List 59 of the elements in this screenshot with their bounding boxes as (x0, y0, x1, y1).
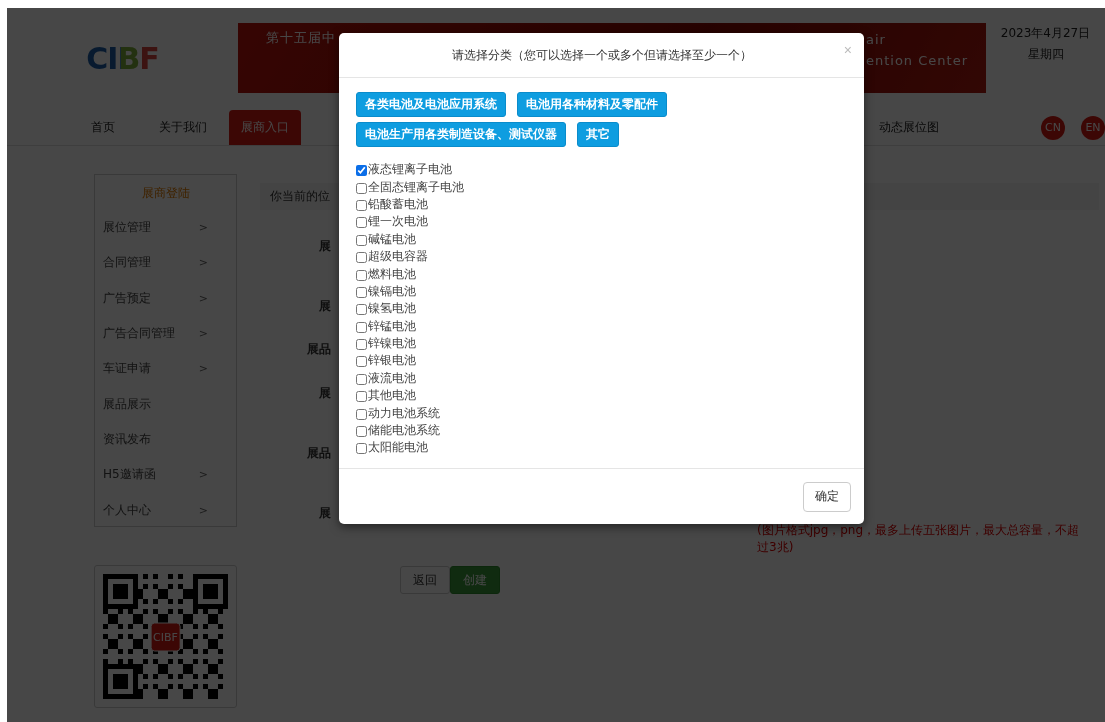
chevron-icon: > (198, 327, 208, 341)
close-button[interactable]: × (843, 42, 852, 58)
dialog-title: 请选择分类（您可以选择一个或多个但请选择至少一个） (451, 46, 752, 64)
checkbox[interactable] (356, 252, 367, 264)
checkbox[interactable] (356, 356, 367, 368)
form-label: 展 (319, 298, 331, 315)
checkbox[interactable] (356, 426, 367, 438)
checkbox-label[interactable]: 动力电池系统 (368, 404, 440, 422)
checkbox-label[interactable]: 锌镍电池 (368, 335, 416, 353)
checkbox-label[interactable]: 超级电容器 (368, 248, 428, 266)
chevron-icon: > (198, 256, 208, 270)
checkbox[interactable] (356, 443, 367, 455)
chevron-icon: > (198, 221, 208, 235)
checkbox[interactable] (356, 408, 367, 420)
checkbox[interactable] (356, 286, 367, 298)
checkbox[interactable] (356, 182, 367, 194)
form-label: 展 (319, 505, 331, 522)
chevron-icon: > (198, 503, 208, 517)
checkbox[interactable] (356, 199, 367, 211)
form-label: 展品 (307, 445, 331, 462)
chevron-icon: > (198, 468, 208, 482)
checkbox[interactable] (356, 269, 367, 281)
checkbox[interactable] (356, 391, 367, 403)
checkbox-label[interactable]: 太阳能电池 (368, 439, 428, 457)
checkbox-label[interactable]: 其他电池 (368, 387, 416, 405)
checkbox-label[interactable]: 液流电池 (368, 369, 416, 387)
checkbox-label[interactable]: 碱锰电池 (368, 230, 416, 248)
checkbox[interactable] (356, 373, 367, 385)
date: 2023年4月27日 (1000, 25, 1091, 42)
checkbox-label[interactable]: 锌银电池 (368, 352, 416, 370)
chevron-icon: > (198, 362, 208, 376)
checkbox-label[interactable]: 镍镉电池 (368, 282, 416, 300)
category-button[interactable]: 各类电池及电池应用系统 (356, 92, 506, 117)
checkbox[interactable] (356, 217, 367, 229)
checkbox[interactable] (356, 339, 367, 351)
banner-title: 第十五届中 (266, 29, 336, 47)
checkbox[interactable] (356, 234, 367, 246)
confirm-button[interactable]: 确定 (803, 481, 851, 512)
checkbox-label[interactable]: 锌锰电池 (368, 317, 416, 335)
form-label: 展品 (307, 341, 331, 358)
form-label: 展 (319, 385, 331, 402)
checkbox-label[interactable]: 储能电池系统 (368, 422, 440, 440)
sidebar-title: 展商登陆 (140, 185, 191, 202)
checkbox-label[interactable]: 全固态锂离子电池 (368, 178, 464, 196)
checkbox-label[interactable]: 镍氢电池 (368, 300, 416, 318)
category-button[interactable]: 电池用各种材料及零配件 (517, 92, 667, 117)
category-button[interactable]: 其它 (577, 122, 619, 147)
checkbox-label[interactable]: 液态锂离子电池 (368, 161, 452, 179)
checkbox-label[interactable]: 燃料电池 (368, 265, 416, 283)
checkbox-label[interactable]: 锂一次电池 (368, 213, 428, 231)
checkbox[interactable] (356, 304, 367, 316)
banner-subtitle: ention Center (865, 53, 968, 68)
category-button[interactable]: 电池生产用各类制造设备、测试仪器 (356, 122, 566, 147)
checkbox-label[interactable]: 铅酸蓄电池 (368, 195, 428, 213)
chevron-icon: > (198, 291, 208, 305)
form-label: 展 (319, 238, 331, 255)
checkbox[interactable] (356, 165, 367, 177)
checkbox[interactable] (356, 321, 367, 333)
banner-subtitle: air (865, 32, 886, 47)
